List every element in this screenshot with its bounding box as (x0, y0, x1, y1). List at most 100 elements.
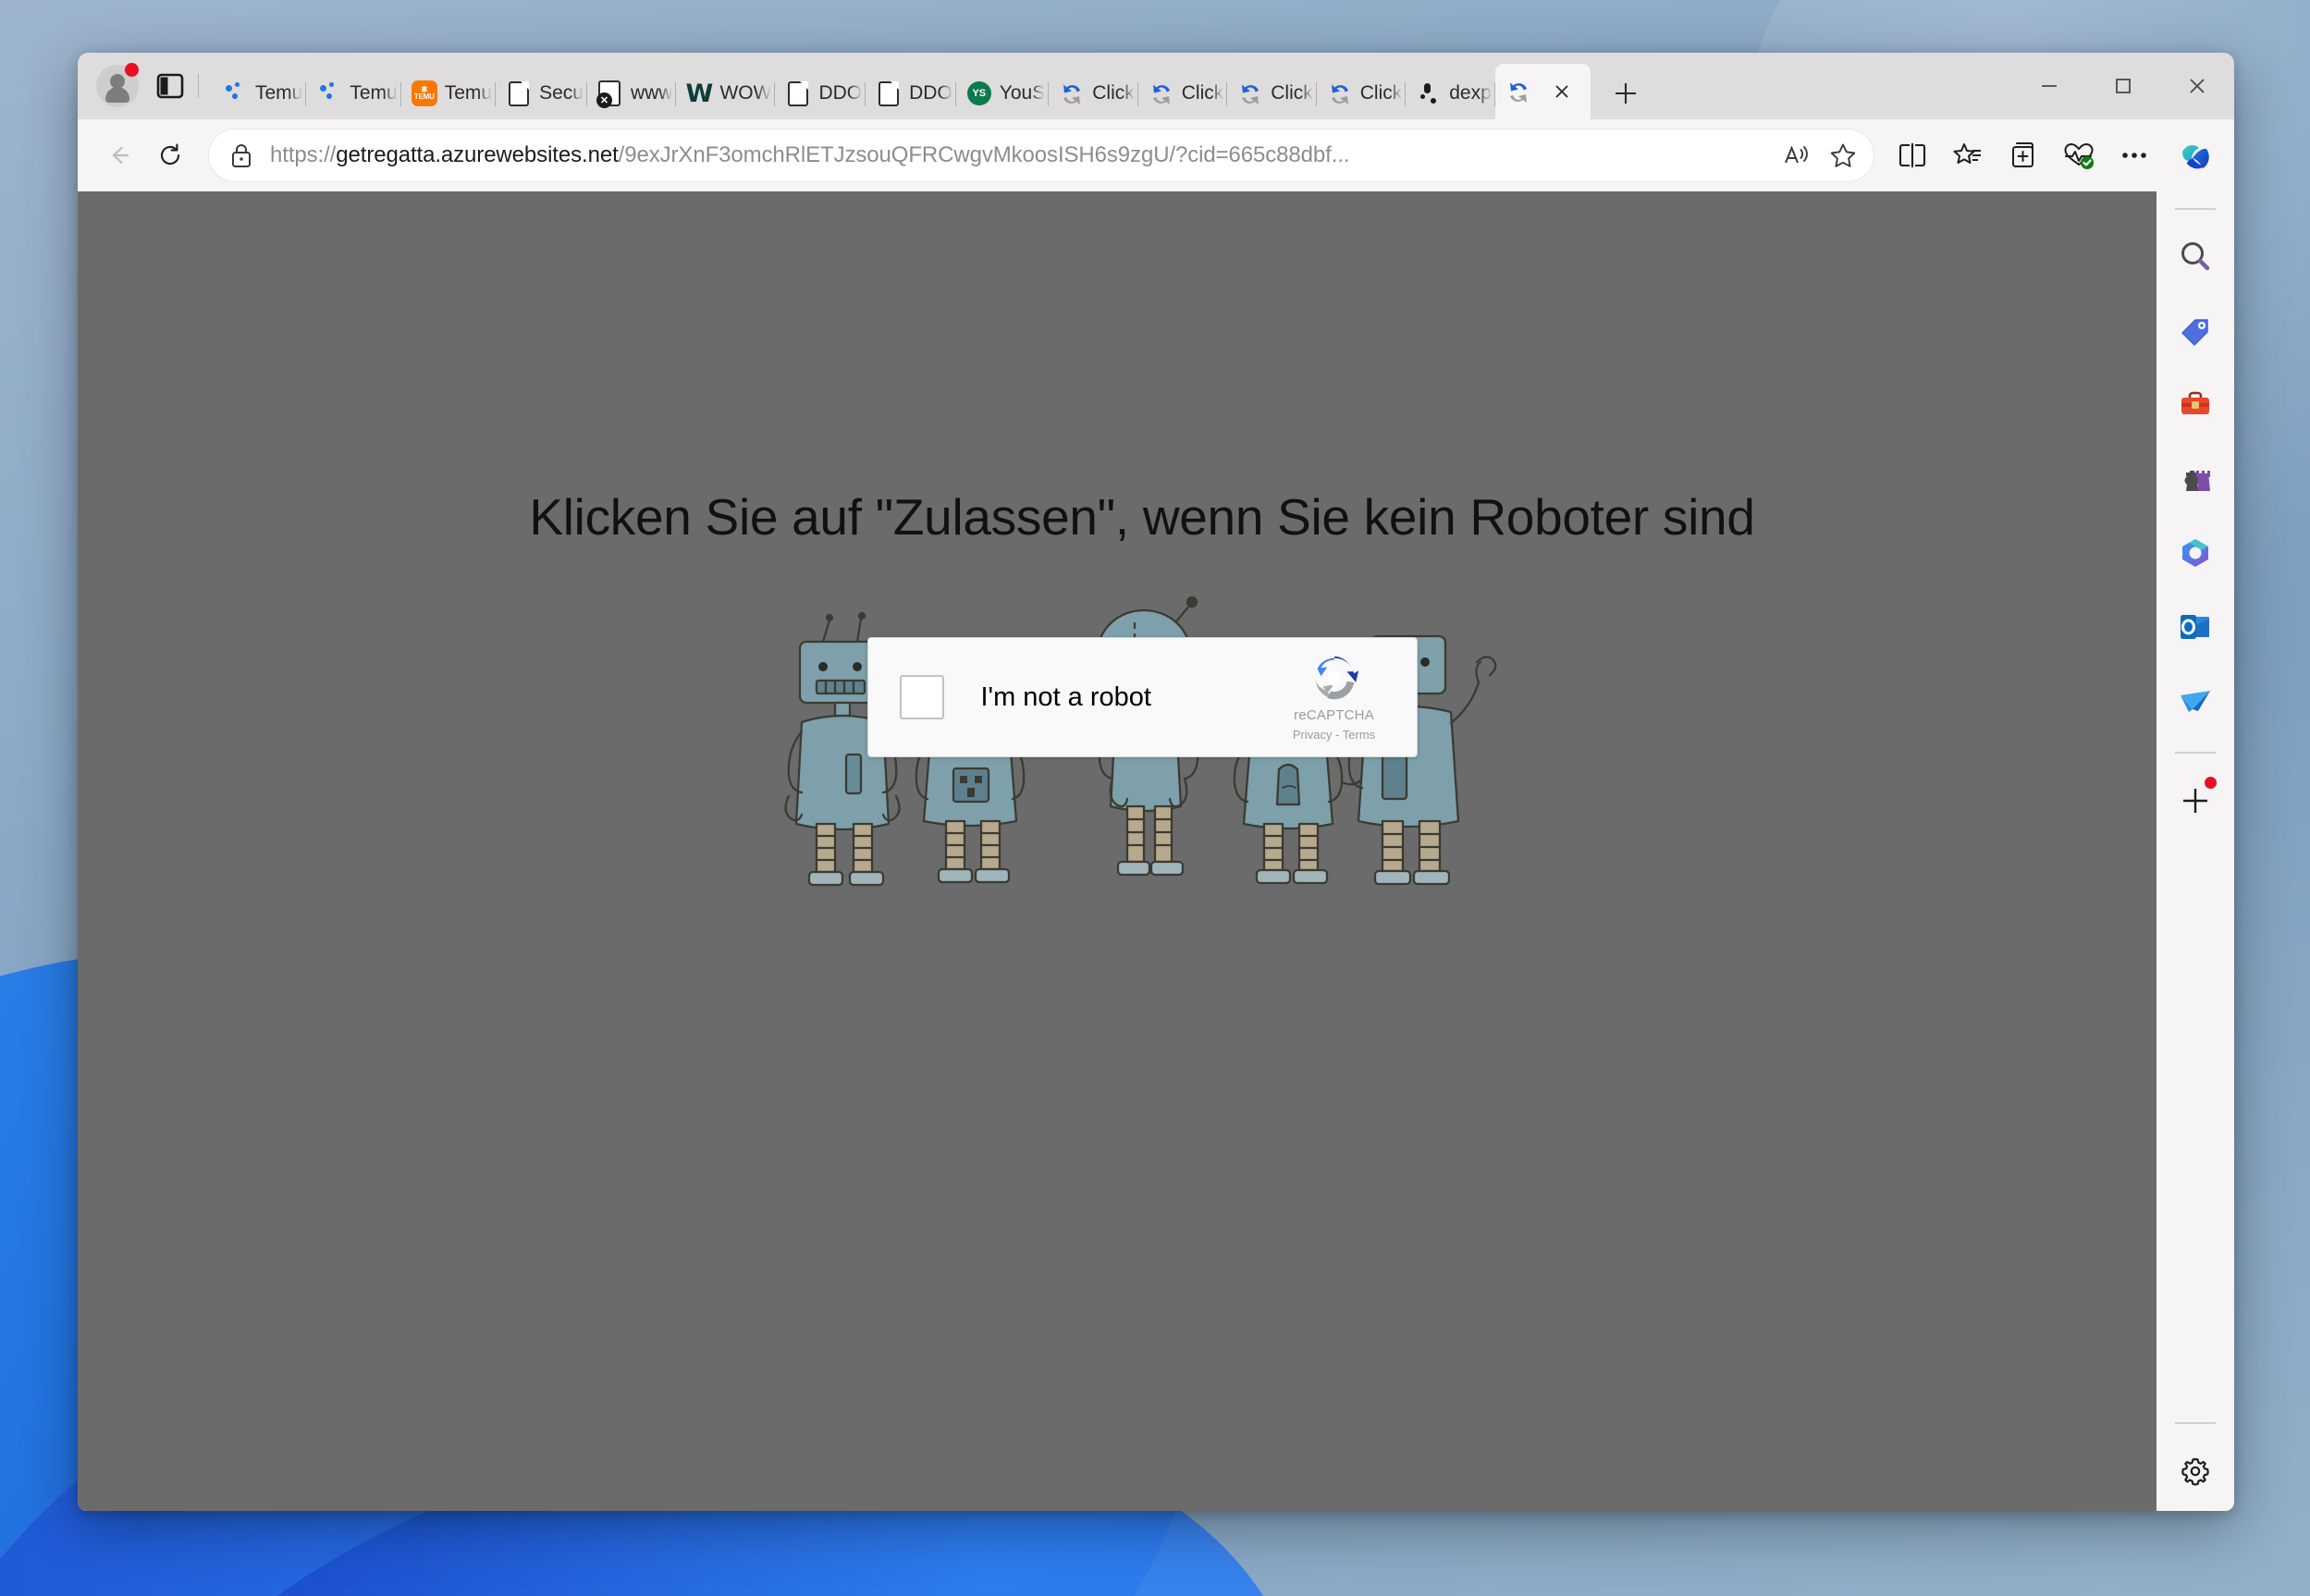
tabstrip-left-controls (87, 53, 212, 119)
w-letter-icon: W (685, 79, 714, 108)
address-bar[interactable]: https://getregatta.azurewebsites.net/9ex… (209, 129, 1874, 181)
temu-dots-icon (315, 80, 343, 107)
back-button[interactable] (92, 129, 144, 181)
tab-active[interactable] (1494, 64, 1591, 119)
url-scheme: https:// (270, 142, 337, 167)
tab[interactable]: dexp (1406, 68, 1495, 119)
copilot-icon (2182, 144, 2209, 169)
close-icon (1555, 85, 1568, 98)
tab[interactable]: DDO (866, 68, 956, 119)
tab[interactable]: YS YouS (956, 68, 1050, 119)
browser-essentials-button[interactable] (2053, 129, 2105, 181)
favorite-button[interactable] (1820, 132, 1866, 178)
outlook-icon (2181, 615, 2209, 639)
sidebar-item-microsoft365[interactable] (2169, 526, 2222, 580)
customize-notification-badge (2205, 777, 2217, 789)
tab-title: www (630, 82, 673, 104)
tab-title: Click (1181, 82, 1224, 104)
sidebar-item-drop[interactable] (2169, 674, 2222, 728)
sidebar-item-games[interactable] (2169, 452, 2222, 506)
refresh-arrows-icon (1148, 80, 1175, 107)
tab[interactable]: Click (1138, 68, 1228, 119)
favorites-button[interactable] (1942, 129, 1994, 181)
profile-notification-badge (125, 63, 139, 77)
tab-title: DDO (909, 82, 952, 104)
tab[interactable]: 拿 TEMU Temu (401, 68, 497, 119)
gear-icon (2181, 1457, 2209, 1486)
document-icon (875, 80, 903, 107)
split-screen-icon (1898, 143, 1926, 167)
tab[interactable]: Click (1049, 68, 1138, 119)
tab-title: Click (1092, 82, 1135, 104)
lock-icon (232, 144, 251, 167)
price-tag-icon (2181, 319, 2208, 346)
navigation-bar: https://getregatta.azurewebsites.net/9ex… (78, 119, 2234, 191)
microsoft365-icon (2182, 539, 2208, 567)
tab-title: YouS (999, 82, 1046, 104)
sidebar-item-outlook[interactable] (2169, 600, 2222, 654)
refresh-arrows-icon (1236, 80, 1264, 107)
sidebar-item-settings[interactable] (2169, 1444, 2222, 1498)
sidebar-item-search[interactable] (2169, 230, 2222, 284)
sidebar-divider-top (2175, 208, 2216, 210)
window-controls (2012, 53, 2234, 119)
recaptcha-checkbox[interactable] (899, 675, 944, 719)
browser-window: Temu Temu 拿 TEMU Temu Secu ✕ www W WOW DDO DDO YS You… (78, 53, 2234, 1511)
favorites-star-list-icon (1953, 143, 1981, 164)
refresh-icon (161, 143, 180, 166)
search-icon (2181, 242, 2210, 271)
plus-icon (2183, 789, 2207, 813)
tab[interactable]: DDO (775, 68, 866, 119)
tab[interactable]: Temu (212, 68, 307, 119)
settings-and-more-button[interactable] (2108, 129, 2160, 181)
maximize-button[interactable] (2086, 53, 2160, 119)
ellipsis-icon (2122, 153, 2146, 158)
back-arrow-icon (112, 146, 129, 165)
paper-plane-icon (2181, 691, 2210, 712)
chess-pieces-icon (2184, 471, 2210, 491)
tab[interactable]: Click (1317, 68, 1407, 119)
edge-sidebar (2156, 125, 2234, 1511)
minimize-button[interactable] (2012, 53, 2086, 119)
temu-dots-icon (221, 80, 249, 107)
split-screen-button[interactable] (1886, 129, 1938, 181)
refresh-arrows-icon (1505, 78, 1532, 105)
tab-title: Click (1271, 82, 1313, 104)
tab[interactable]: ✕ www (587, 68, 677, 119)
url-text[interactable]: https://getregatta.azurewebsites.net/9ex… (270, 142, 1774, 168)
tab[interactable]: Click (1227, 68, 1317, 119)
tab-title: Temu (444, 82, 493, 104)
collections-button[interactable] (1997, 129, 2049, 181)
tab-title: WOW (719, 82, 772, 104)
new-tab-button[interactable] (1603, 71, 1648, 116)
document-icon (505, 80, 533, 107)
sidebar-divider-bottom (2175, 752, 2216, 754)
sidebar-item-tools[interactable] (2169, 378, 2222, 432)
tab-title: Temu (255, 82, 303, 104)
ys-circle-icon: YS (965, 80, 993, 107)
recaptcha-label: I'm not a robot (980, 681, 1151, 712)
site-security-button[interactable] (229, 141, 253, 169)
refresh-button[interactable] (144, 129, 196, 181)
sidebar-item-copilot[interactable] (2169, 130, 2222, 184)
url-host: getregatta.azurewebsites.net (336, 142, 619, 167)
sidebar-item-customize[interactable] (2169, 774, 2222, 828)
tab-close-button[interactable] (1546, 76, 1578, 107)
tab[interactable]: Temu (306, 68, 401, 119)
recaptcha-brand-name: reCAPTCHA (1294, 706, 1374, 723)
recaptcha-widget[interactable]: I'm not a robot reCAPTCHA Privacy - Term… (866, 637, 1418, 757)
read-aloud-button[interactable] (1774, 132, 1820, 178)
plus-icon (1615, 83, 1636, 104)
recaptcha-legal-links[interactable]: Privacy - Terms (1293, 728, 1375, 742)
tab[interactable]: Secu (496, 68, 587, 119)
star-icon (1830, 143, 1856, 167)
close-button[interactable] (2160, 53, 2234, 119)
tab-title: Secu (539, 82, 584, 104)
profile-avatar-button[interactable] (96, 63, 139, 107)
tab-actions-button[interactable] (150, 66, 190, 106)
temu-logo-icon: 拿 TEMU (411, 80, 438, 107)
tab[interactable]: W WOW (676, 68, 776, 119)
tab-title: Temu (350, 82, 398, 104)
sidebar-item-shopping[interactable] (2169, 304, 2222, 358)
tab-strip: Temu Temu 拿 TEMU Temu Secu ✕ www W WOW DDO DDO YS You… (78, 53, 2234, 119)
